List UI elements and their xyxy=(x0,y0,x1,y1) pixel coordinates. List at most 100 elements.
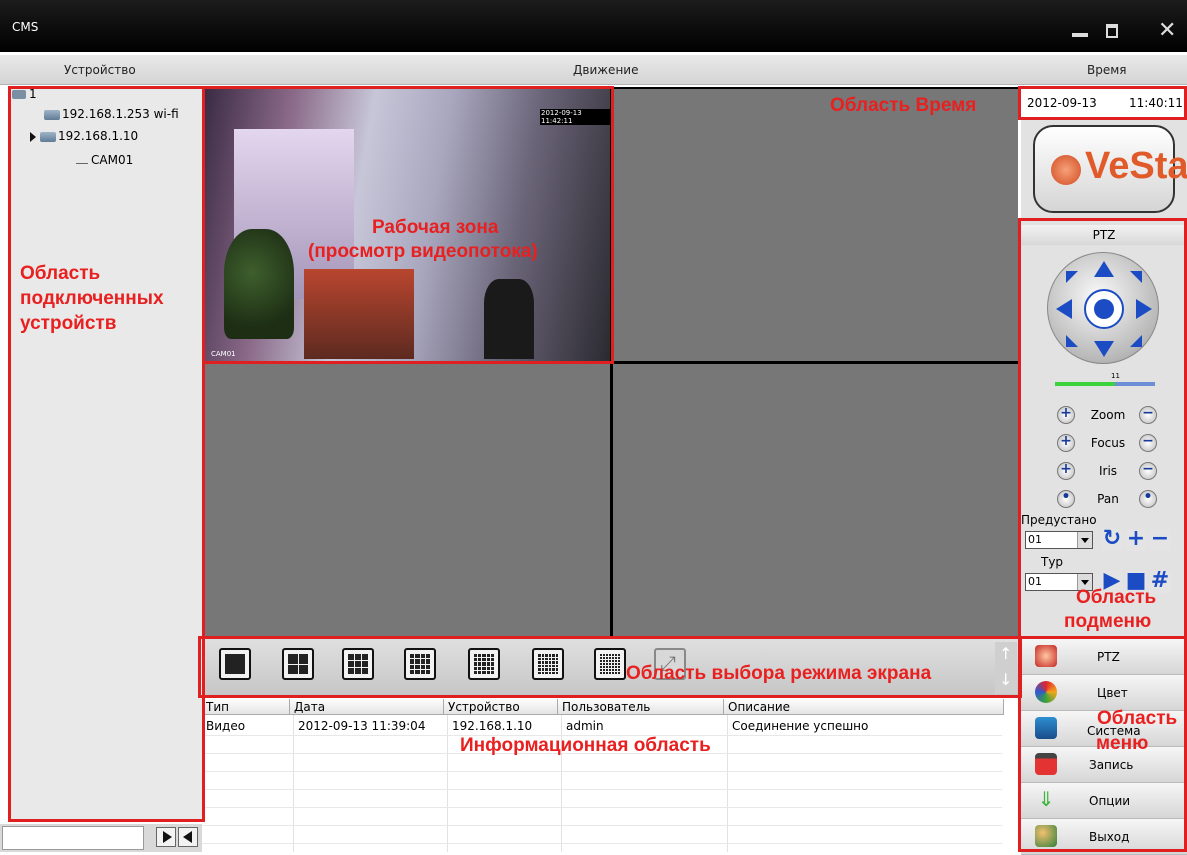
preset-add-button[interactable]: + xyxy=(1125,526,1147,551)
close-icon[interactable]: ✕ xyxy=(1158,18,1176,43)
preset-remove-button[interactable]: − xyxy=(1149,526,1171,551)
cell-user: admin xyxy=(566,719,604,733)
zoom-out-button[interactable]: − xyxy=(1139,405,1157,424)
cell-device: 192.168.1.10 xyxy=(452,719,533,733)
row-divider xyxy=(202,825,1002,826)
layout-20-icon xyxy=(474,654,494,674)
layout-9-icon xyxy=(348,654,368,674)
tree-item-device-2[interactable]: 192.168.1.10 xyxy=(30,129,138,143)
tree-item-camera[interactable]: CAM01 xyxy=(76,153,133,167)
annotation-info-label: Информационная область xyxy=(460,735,711,756)
device-search-field[interactable] xyxy=(2,826,144,850)
ptz-center-button[interactable] xyxy=(1084,289,1124,329)
arrow-left-icon[interactable] xyxy=(1056,299,1072,319)
arrow-down-icon[interactable] xyxy=(1094,341,1114,357)
column-header-device[interactable]: Устройство xyxy=(444,699,558,715)
video-tile-3[interactable] xyxy=(204,364,610,636)
arrow-down-icon[interactable]: ↓ xyxy=(999,670,1012,689)
tree-item-device-1[interactable]: 192.168.1.253 wi-fi xyxy=(44,107,179,121)
feed-plant xyxy=(224,229,294,339)
mode-scroll[interactable]: ↑ ↓ xyxy=(995,642,1017,694)
speed-value: 11 xyxy=(1111,372,1120,380)
tree-root[interactable]: 1 xyxy=(12,87,37,101)
camera-link-icon xyxy=(76,157,88,164)
menu-device[interactable]: Устройство xyxy=(64,63,136,77)
arrow-down-left-icon[interactable] xyxy=(1066,335,1078,347)
zoom-control: + Zoom − xyxy=(1057,405,1157,425)
menu-item-color[interactable]: Цвет xyxy=(1021,675,1187,711)
play-icon[interactable] xyxy=(156,827,176,847)
focus-in-button[interactable]: + xyxy=(1057,433,1075,452)
system-icon xyxy=(1035,717,1057,739)
download-arrow-icon: ⇓ xyxy=(1037,787,1055,811)
zoom-label: Zoom xyxy=(1090,408,1126,422)
arrow-up-icon[interactable]: ↑ xyxy=(999,644,1012,663)
column-header-user[interactable]: Пользователь xyxy=(558,699,724,715)
color-icon xyxy=(1035,681,1057,703)
arrow-up-right-icon[interactable] xyxy=(1130,271,1142,283)
layout-9-button[interactable] xyxy=(342,648,374,680)
iris-close-button[interactable]: − xyxy=(1139,461,1157,480)
chevron-down-icon xyxy=(1077,532,1092,548)
rewind-icon[interactable] xyxy=(178,827,198,847)
annotation-devices-line2: подключенных xyxy=(20,288,164,309)
row-divider xyxy=(202,789,1002,790)
layout-1-icon xyxy=(225,654,245,674)
annotation-workzone-line2: (просмотр видеопотока) xyxy=(308,241,538,262)
top-menu-bar: Устройство Движение Время xyxy=(0,55,1187,85)
tour-label: Тур xyxy=(1041,555,1064,569)
ptz-direction-wheel[interactable] xyxy=(1047,252,1159,364)
video-tile-2[interactable] xyxy=(613,89,1018,361)
expand-arrow-icon[interactable] xyxy=(30,131,36,142)
device-panel-footer xyxy=(0,824,202,852)
restore-icon[interactable] xyxy=(1106,24,1118,38)
ptz-speed-slider[interactable]: 11 xyxy=(1055,372,1155,386)
dot-icon: • xyxy=(1061,489,1071,505)
annotation-devices-line3: устройств xyxy=(20,313,117,334)
clapper-icon xyxy=(1035,753,1057,775)
window-title: CMS xyxy=(12,20,39,34)
layout-36-icon xyxy=(600,654,620,674)
arrow-right-icon[interactable] xyxy=(1136,299,1152,319)
pan-right-button[interactable]: • xyxy=(1139,489,1157,508)
video-timestamp: 2012-09-13 11:42:11 xyxy=(540,109,610,125)
column-header-date[interactable]: Дата xyxy=(290,699,444,715)
column-header-description[interactable]: Описание xyxy=(724,699,1004,715)
pan-left-button[interactable]: • xyxy=(1057,489,1075,508)
layout-16-button[interactable] xyxy=(404,648,436,680)
arrow-up-icon[interactable] xyxy=(1094,261,1114,277)
layout-36-button[interactable] xyxy=(594,648,626,680)
pan-label: Pan xyxy=(1097,492,1119,506)
iris-open-button[interactable]: + xyxy=(1057,461,1075,480)
row-divider xyxy=(202,771,1002,772)
datetime-display: 2012-09-13 11:40:11 xyxy=(1021,87,1187,119)
menu-motion[interactable]: Движение xyxy=(573,63,638,77)
annotation-time-label: Область Время xyxy=(830,95,977,116)
annotation-menu-line2: меню xyxy=(1096,733,1149,754)
layout-25-button[interactable] xyxy=(532,648,564,680)
layout-20-button[interactable] xyxy=(468,648,500,680)
minimize-icon[interactable] xyxy=(1072,33,1088,37)
arrow-down-right-icon[interactable] xyxy=(1130,335,1142,347)
focus-out-button[interactable]: − xyxy=(1139,433,1157,452)
annotation-workzone-line1: Рабочая зона xyxy=(372,217,499,238)
plus-icon: + xyxy=(1060,433,1072,449)
preset-goto-button[interactable]: ↻ xyxy=(1101,526,1123,551)
menu-item-ptz[interactable]: PTZ xyxy=(1021,639,1187,675)
iris-label: Iris xyxy=(1098,464,1118,478)
arrow-up-left-icon[interactable] xyxy=(1066,271,1078,283)
users-icon xyxy=(1035,825,1057,847)
menu-item-options[interactable]: ⇓ Опции xyxy=(1021,783,1187,819)
logo-mark-icon xyxy=(1051,155,1081,185)
plus-icon: + xyxy=(1060,405,1072,421)
preset-select[interactable]: 01 xyxy=(1025,531,1093,549)
video-tile-4[interactable] xyxy=(613,364,1018,636)
zoom-in-button[interactable]: + xyxy=(1057,405,1075,424)
cell-date: 2012-09-13 11:39:04 xyxy=(298,719,426,733)
layout-1-button[interactable] xyxy=(219,648,251,680)
menu-time[interactable]: Время xyxy=(1087,63,1127,77)
plus-icon: + xyxy=(1060,461,1072,477)
layout-4-button[interactable] xyxy=(282,648,314,680)
column-header-type[interactable]: Тип xyxy=(202,699,290,715)
menu-item-exit[interactable]: Выход xyxy=(1021,819,1187,855)
